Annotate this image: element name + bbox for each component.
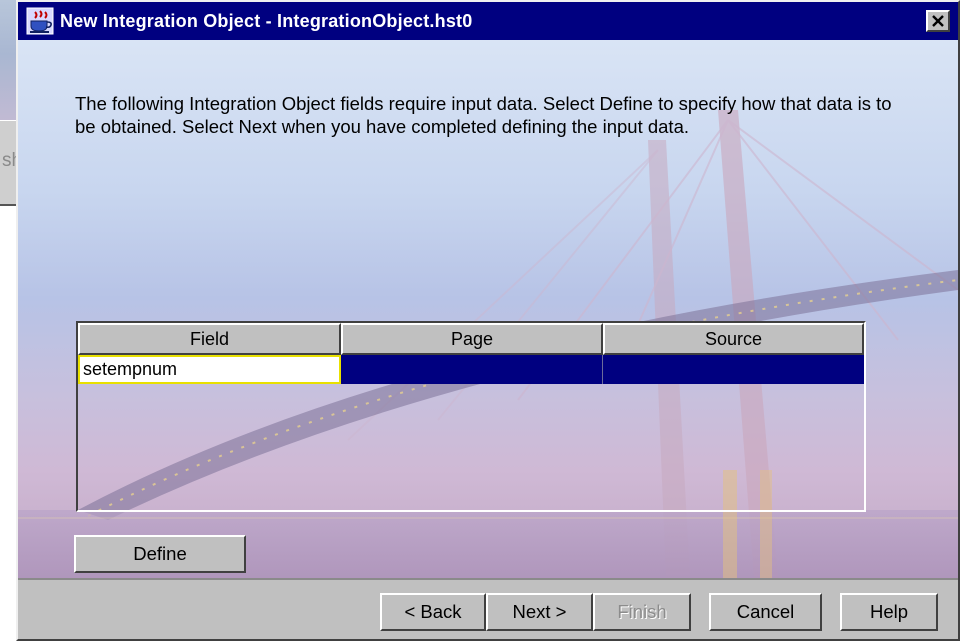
wizard-button-bar: < Back Next > Finish Cancel Help	[18, 578, 958, 639]
cell-page[interactable]	[341, 355, 603, 384]
java-cup-icon	[26, 7, 54, 35]
column-header-source[interactable]: Source	[603, 323, 864, 355]
cell-source[interactable]	[603, 355, 864, 384]
wizard-content: The following Integration Object fields …	[18, 40, 958, 578]
integration-object-dialog: New Integration Object - IntegrationObje…	[16, 0, 960, 641]
define-button[interactable]: Define	[74, 535, 246, 573]
next-button[interactable]: Next >	[486, 593, 593, 631]
table-row[interactable]: setempnum	[78, 355, 864, 384]
window-title: New Integration Object - IntegrationObje…	[60, 10, 473, 31]
close-button[interactable]	[926, 10, 950, 32]
finish-button: Finish	[593, 593, 691, 631]
table-header: Field Page Source	[78, 323, 864, 355]
cancel-button[interactable]: Cancel	[709, 593, 822, 631]
close-icon	[932, 15, 944, 27]
instructions-text: The following Integration Object fields …	[75, 93, 892, 137]
help-button[interactable]: Help	[840, 593, 938, 631]
column-header-page[interactable]: Page	[341, 323, 603, 355]
input-fields-table[interactable]: Field Page Source setempnum	[76, 321, 866, 512]
cell-field[interactable]: setempnum	[78, 355, 341, 384]
title-bar[interactable]: New Integration Object - IntegrationObje…	[18, 2, 958, 40]
column-header-field[interactable]: Field	[78, 323, 341, 355]
back-button[interactable]: < Back	[380, 593, 486, 631]
